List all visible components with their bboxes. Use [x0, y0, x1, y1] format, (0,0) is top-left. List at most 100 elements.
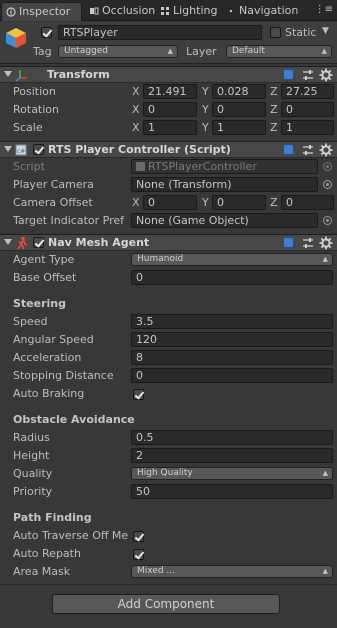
svg-text:c#: c#: [17, 148, 25, 155]
script-field: RTSPlayerController: [131, 159, 318, 174]
height-field[interactable]: 2: [131, 448, 333, 463]
camera-offset-z-field[interactable]: 0: [281, 195, 334, 210]
navigation-icon: [229, 9, 233, 13]
tab-inspector[interactable]: Inspector: [1, 2, 82, 21]
foldout-arrow-icon[interactable]: [4, 71, 12, 77]
axis-z-label[interactable]: Z: [270, 84, 278, 99]
acceleration-field[interactable]: 8: [131, 350, 333, 365]
stopping-distance-field[interactable]: 0: [131, 368, 333, 383]
tab-bar: Inspector Occlusion Lighting Navigation …: [0, 0, 337, 21]
tag-dropdown[interactable]: Untagged ▲▼: [58, 45, 178, 58]
rotation-z-field[interactable]: 0: [281, 102, 334, 117]
preset-icon[interactable]: [301, 143, 315, 157]
area-mask-dropdown[interactable]: Mixed ... ▲▼: [131, 565, 333, 578]
object-picker-icon[interactable]: [323, 180, 332, 189]
axis-z-label[interactable]: Z: [270, 102, 278, 117]
gear-icon[interactable]: [319, 68, 333, 82]
area-mask-value: Mixed ...: [137, 566, 176, 576]
axis-z-label[interactable]: Z: [270, 195, 278, 210]
preset-icon[interactable]: [301, 236, 315, 250]
player-camera-label: Player Camera: [13, 178, 94, 191]
static-checkbox[interactable]: [270, 27, 281, 38]
transform-header[interactable]: Transform: [0, 66, 337, 83]
agent-type-dropdown[interactable]: Humanoid ▲▼: [131, 253, 333, 266]
axis-y-label[interactable]: Y: [202, 84, 209, 99]
controller-title: RTS Player Controller (Script): [48, 143, 231, 156]
steering-section-title: Steering: [13, 297, 67, 310]
object-picker-icon: [323, 162, 332, 171]
foldout-arrow-icon[interactable]: [4, 146, 12, 152]
auto-traverse-label: Auto Traverse Off Me: [13, 529, 129, 542]
object-picker-icon[interactable]: [323, 216, 332, 225]
info-icon: [6, 7, 16, 17]
priority-field[interactable]: 50: [131, 484, 333, 499]
position-label: Position: [13, 85, 56, 98]
scale-x-field[interactable]: 1: [143, 120, 197, 135]
axis-x-label[interactable]: X: [132, 120, 140, 135]
add-component-button[interactable]: Add Component: [52, 594, 280, 614]
auto-braking-checkbox[interactable]: [133, 389, 144, 400]
help-book-icon[interactable]: [283, 237, 294, 248]
scale-label: Scale: [13, 121, 43, 134]
agent-type-label: Agent Type: [13, 253, 75, 266]
controller-header[interactable]: c# RTS Player Controller (Script): [0, 141, 337, 158]
controller-enabled-checkbox[interactable]: [33, 144, 44, 155]
camera-offset-y-field[interactable]: 0: [212, 195, 266, 210]
base-offset-field[interactable]: 0: [131, 270, 333, 285]
axis-x-label[interactable]: X: [132, 102, 140, 117]
radius-label: Radius: [13, 431, 50, 444]
tab-menu-icon[interactable]: ⋮≡: [315, 5, 333, 15]
position-x-field[interactable]: 21.491: [143, 84, 197, 99]
axis-x-label[interactable]: X: [132, 84, 140, 99]
tab-occlusion[interactable]: Occlusion: [85, 2, 155, 21]
auto-traverse-checkbox[interactable]: [133, 531, 144, 542]
quality-dropdown[interactable]: High Quality ▲▼: [131, 467, 333, 480]
tab-label: Navigation: [239, 4, 299, 17]
scale-y-field[interactable]: 1: [212, 120, 266, 135]
radius-field[interactable]: 0.5: [131, 430, 333, 445]
camera-offset-x-field[interactable]: 0: [143, 195, 197, 210]
axis-y-label[interactable]: Y: [202, 195, 209, 210]
tab-lighting[interactable]: Lighting: [156, 2, 217, 21]
rotation-label: Rotation: [13, 103, 60, 116]
help-book-icon[interactable]: [283, 69, 294, 80]
auto-repath-label: Auto Repath: [13, 547, 81, 560]
nav-agent-runner-icon: [17, 236, 28, 250]
angular-speed-field[interactable]: 120: [131, 332, 333, 347]
target-indicator-field[interactable]: None (Game Object): [131, 213, 318, 228]
scale-z-field[interactable]: 1: [281, 120, 334, 135]
speed-label: Speed: [13, 315, 48, 328]
lighting-icon: [161, 7, 169, 15]
dropdown-arrow-icon: ▲▼: [322, 567, 328, 575]
nav-agent-enabled-checkbox[interactable]: [33, 237, 44, 248]
nav-agent-title: Nav Mesh Agent: [48, 236, 150, 249]
auto-repath-checkbox[interactable]: [133, 549, 144, 560]
quality-value: High Quality: [137, 468, 193, 478]
axis-y-label[interactable]: Y: [202, 102, 209, 117]
position-y-field[interactable]: 0.028: [212, 84, 266, 99]
position-z-field[interactable]: 27.25: [281, 84, 334, 99]
object-name-field[interactable]: RTSPlayer: [58, 25, 262, 40]
foldout-arrow-icon[interactable]: [4, 239, 12, 245]
layer-label: Layer: [186, 45, 217, 58]
static-dropdown-arrow-icon[interactable]: ▼: [322, 24, 329, 39]
axis-x-label[interactable]: X: [132, 195, 140, 210]
layer-dropdown[interactable]: Default ▲▼: [226, 45, 332, 58]
speed-field[interactable]: 3.5: [131, 314, 333, 329]
nav-agent-header[interactable]: Nav Mesh Agent: [0, 234, 337, 251]
player-camera-field[interactable]: None (Transform): [131, 177, 318, 192]
tab-navigation[interactable]: Navigation: [222, 2, 298, 21]
rotation-x-field[interactable]: 0: [143, 102, 197, 117]
object-active-checkbox[interactable]: [41, 27, 52, 38]
dropdown-arrow-icon: ▲▼: [167, 47, 173, 55]
angular-speed-label: Angular Speed: [13, 333, 94, 346]
dropdown-arrow-icon: ▲▼: [321, 47, 327, 55]
gear-icon[interactable]: [319, 143, 333, 157]
divider: [0, 584, 337, 585]
help-book-icon[interactable]: [283, 144, 294, 155]
axis-z-label[interactable]: Z: [270, 120, 278, 135]
gear-icon[interactable]: [319, 236, 333, 250]
rotation-y-field[interactable]: 0: [212, 102, 266, 117]
axis-y-label[interactable]: Y: [202, 120, 209, 135]
preset-icon[interactable]: [301, 68, 315, 82]
